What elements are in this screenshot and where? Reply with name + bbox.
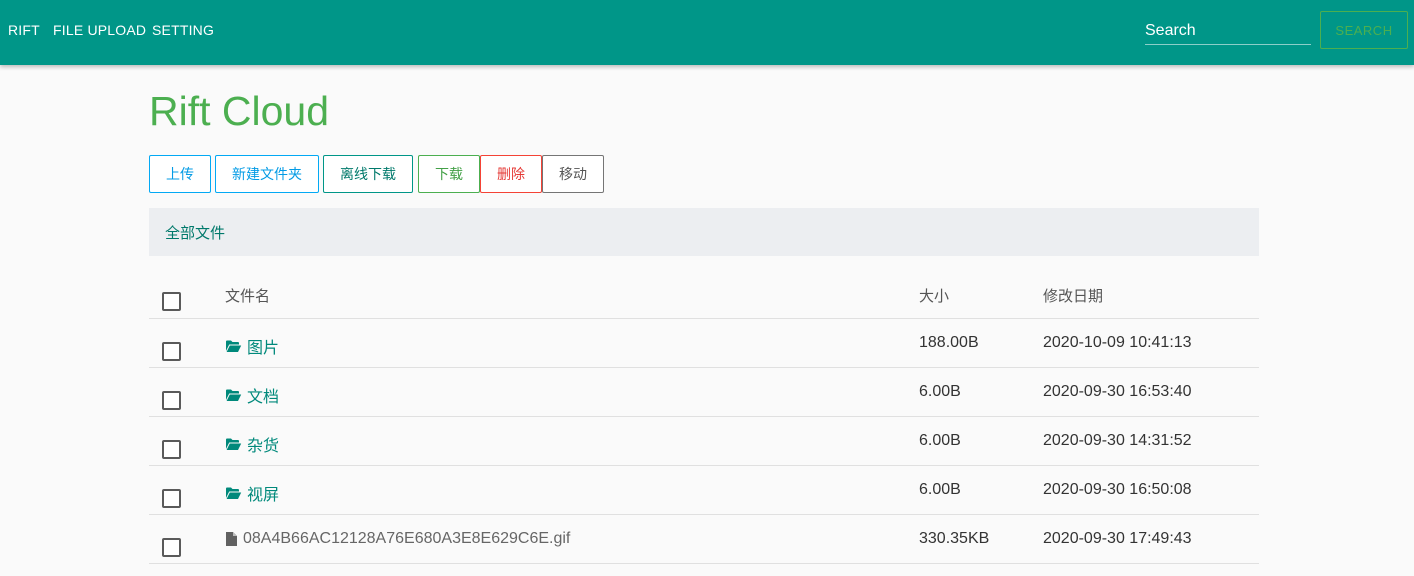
breadcrumb-all-files[interactable]: 全部文件 xyxy=(165,222,225,243)
folder-open-icon xyxy=(225,486,242,500)
file-name-cell: 文档 xyxy=(225,383,279,407)
folder-name-link[interactable]: 视屏 xyxy=(247,481,279,505)
file-size: 6.00B xyxy=(919,432,961,449)
row-checkbox[interactable] xyxy=(162,342,181,361)
file-date: 2020-09-30 17:49:43 xyxy=(1043,530,1192,547)
column-header-date: 修改日期 xyxy=(1043,287,1104,305)
table-row[interactable]: 图片 188.00B 2020-10-09 10:41:13 xyxy=(149,319,1259,368)
folder-open-icon xyxy=(225,388,242,402)
nav-file-upload-link[interactable]: FILE UPLOAD xyxy=(53,22,146,38)
delete-button[interactable]: 删除 xyxy=(480,155,542,193)
search-input[interactable] xyxy=(1145,17,1311,44)
table-row[interactable]: 视屏 6.00B 2020-09-30 16:50:08 xyxy=(149,466,1259,515)
nav-setting-link[interactable]: SETTING xyxy=(152,22,214,38)
row-checkbox[interactable] xyxy=(162,391,181,410)
search-button[interactable]: SEARCH xyxy=(1320,11,1408,49)
table-header: 文件名 大小 修改日期 xyxy=(149,270,1259,319)
top-navbar: RIFT FILE UPLOAD SETTING SEARCH xyxy=(0,0,1414,65)
page-title: Rift Cloud xyxy=(149,88,330,134)
file-size: 330.35KB xyxy=(919,530,990,547)
table-row[interactable]: 杂货 6.00B 2020-09-30 14:31:52 xyxy=(149,417,1259,466)
file-size: 6.00B xyxy=(919,383,961,400)
file-icon xyxy=(225,531,238,547)
file-date: 2020-09-30 14:31:52 xyxy=(1043,432,1192,449)
folder-open-icon xyxy=(225,437,242,451)
row-checkbox[interactable] xyxy=(162,538,181,557)
table-row[interactable]: 文档 6.00B 2020-09-30 16:53:40 xyxy=(149,368,1259,417)
table-row[interactable]: 08A4B66AC12128A76E680A3E8E629C6E.gif 330… xyxy=(149,515,1259,564)
file-size: 6.00B xyxy=(919,481,961,498)
folder-open-icon xyxy=(225,339,242,353)
row-checkbox[interactable] xyxy=(162,440,181,459)
offline-download-button[interactable]: 离线下载 xyxy=(323,155,413,193)
file-date: 2020-09-30 16:50:08 xyxy=(1043,481,1192,498)
breadcrumb: 全部文件 xyxy=(149,208,1259,256)
download-button[interactable]: 下载 xyxy=(418,155,480,193)
folder-name-link[interactable]: 文档 xyxy=(247,383,279,407)
file-date: 2020-10-09 10:41:13 xyxy=(1043,334,1192,351)
file-name-link[interactable]: 08A4B66AC12128A76E680A3E8E629C6E.gif xyxy=(243,530,570,548)
file-name-cell: 视屏 xyxy=(225,481,279,505)
folder-name-link[interactable]: 杂货 xyxy=(247,432,279,456)
move-button[interactable]: 移动 xyxy=(542,155,604,193)
row-checkbox[interactable] xyxy=(162,489,181,508)
file-name-cell: 图片 xyxy=(225,334,279,358)
search-field xyxy=(1145,17,1311,45)
upload-button[interactable]: 上传 xyxy=(149,155,211,193)
file-table: 文件名 大小 修改日期 图片 188.00B 2020-10-09 10:41:… xyxy=(149,270,1259,564)
column-header-name: 文件名 xyxy=(225,287,271,305)
file-date: 2020-09-30 16:53:40 xyxy=(1043,383,1192,400)
file-name-cell: 08A4B66AC12128A76E680A3E8E629C6E.gif xyxy=(225,530,570,548)
nav-brand-link[interactable]: RIFT xyxy=(8,22,40,38)
column-header-size: 大小 xyxy=(919,287,950,305)
new-folder-button[interactable]: 新建文件夹 xyxy=(215,155,319,193)
file-name-cell: 杂货 xyxy=(225,432,279,456)
select-all-checkbox[interactable] xyxy=(162,292,181,311)
file-size: 188.00B xyxy=(919,334,979,351)
folder-name-link[interactable]: 图片 xyxy=(247,334,279,358)
